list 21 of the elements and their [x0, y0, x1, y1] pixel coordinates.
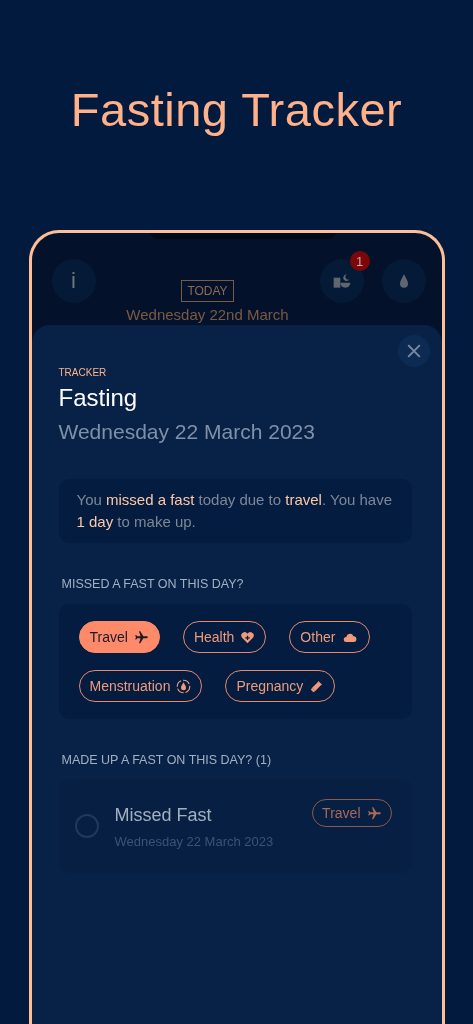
plane-icon: [366, 805, 382, 821]
heart-plus-icon: [240, 629, 256, 645]
today-label: TODAY: [181, 280, 234, 302]
header-date: Wednesday 22nd March: [126, 306, 289, 324]
page-title: Fasting Tracker: [70, 82, 403, 138]
section-heading: MADE UP A FAST ON THIS DAY? (1): [61, 753, 273, 767]
sheet-date: Wednesday 22 March 2023: [58, 420, 316, 444]
info-button[interactable]: i: [51, 259, 96, 303]
eyebrow-label: TRACKER: [58, 367, 108, 378]
reason-chip[interactable]: Travel: [78, 621, 160, 653]
row-title: Missed Fast: [114, 805, 213, 826]
close-button[interactable]: [397, 335, 430, 367]
radio-button[interactable]: [74, 814, 99, 838]
notification-badge: 1: [349, 251, 370, 271]
drop-ring-icon: [176, 678, 192, 694]
plane-icon: [133, 629, 149, 645]
drop-button[interactable]: [381, 259, 426, 303]
message-text: You missed a fast today due to travel. You have 1 day to make up.: [76, 491, 393, 530]
meal-icon: [331, 271, 352, 291]
section-heading: MISSED A FAST ON THIS DAY?: [61, 577, 245, 591]
sheet-title: Fasting: [58, 384, 139, 412]
